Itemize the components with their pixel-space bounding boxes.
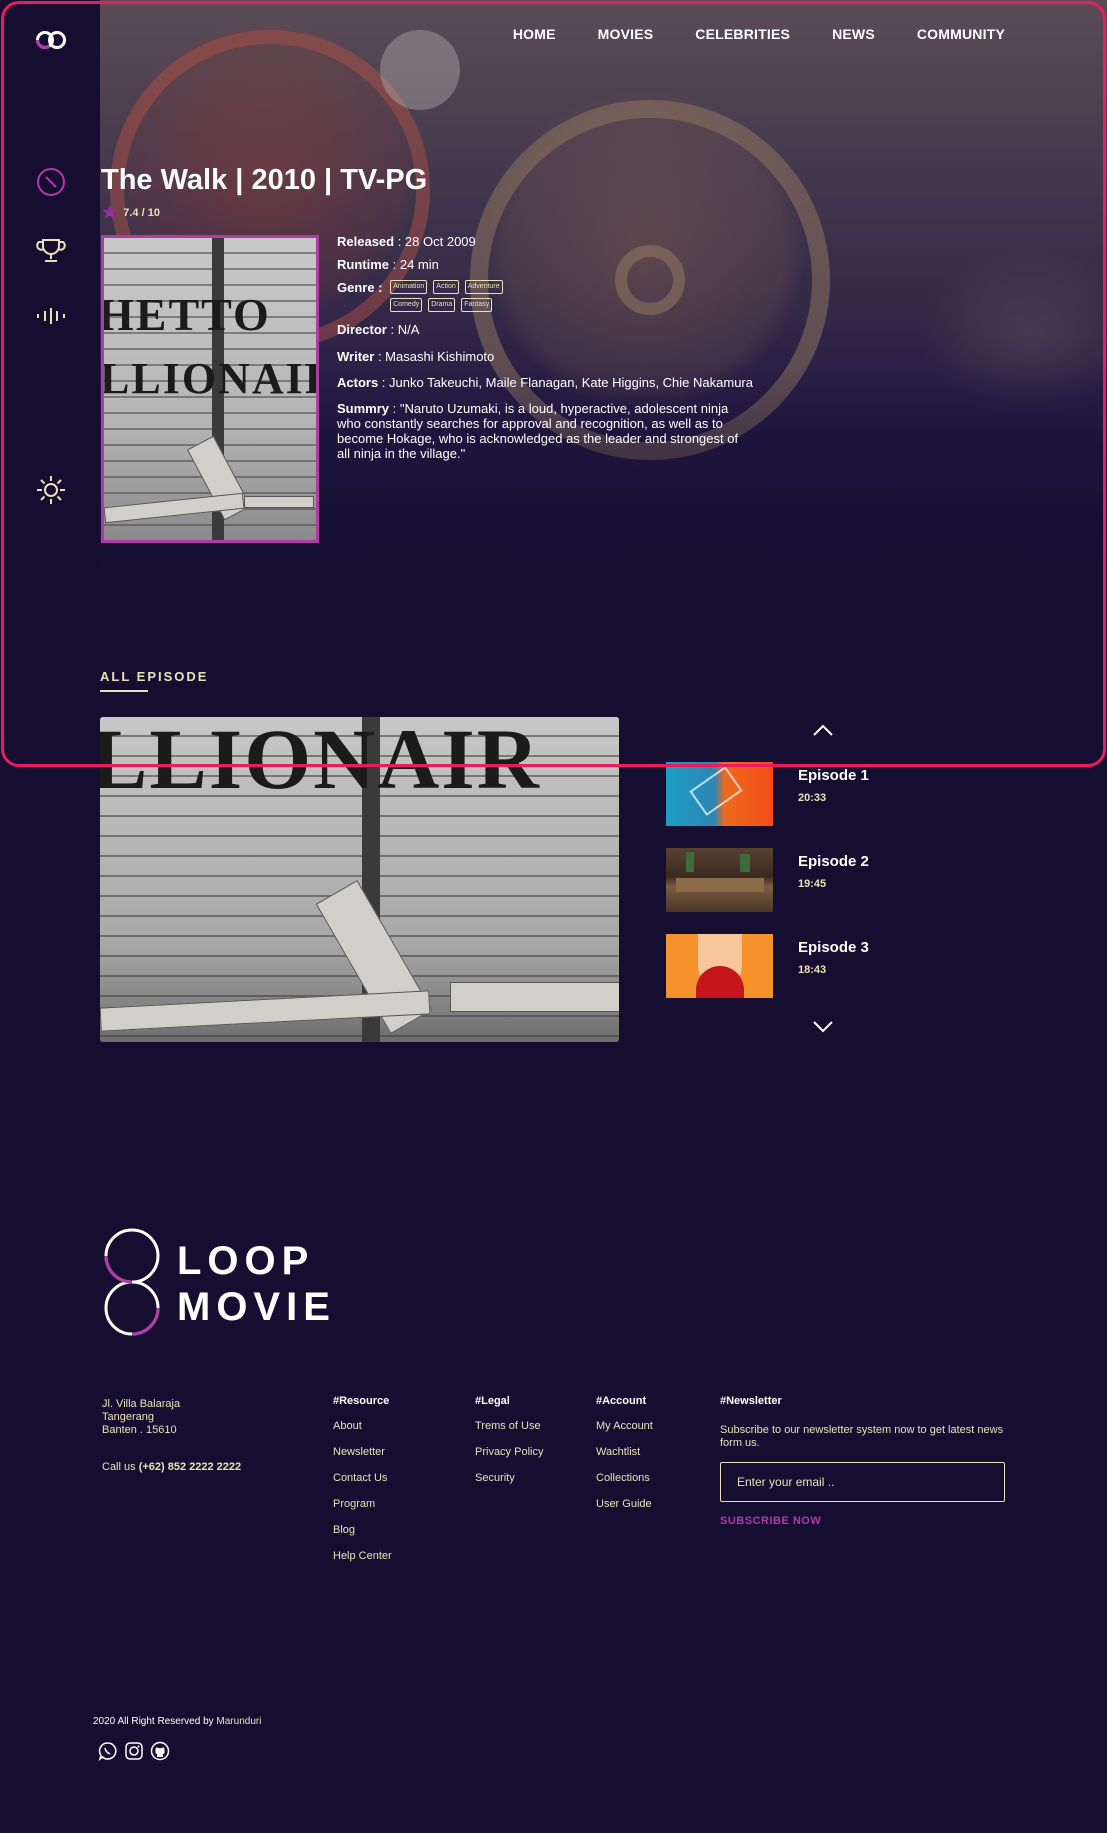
address-line: Banten . 15610 — [102, 1424, 177, 1436]
footer-link[interactable]: Security — [475, 1471, 543, 1485]
footer-col-title: #Account — [596, 1395, 647, 1407]
episode-thumbnail — [666, 934, 773, 998]
phone-number[interactable]: (+62) 852 2222 2222 — [139, 1461, 241, 1473]
footer-col-title: #Resource — [333, 1395, 390, 1407]
episode-title: Episode 3 — [798, 939, 869, 956]
player-graffiti: LLIONAIR — [100, 717, 541, 807]
nav-community[interactable]: COMMUNITY — [917, 26, 1005, 42]
footer-link[interactable]: Wachtlist — [596, 1445, 653, 1459]
address-line: Tangerang — [102, 1411, 154, 1423]
summary-row: Summry : "Naruto Uzumaki, is a loud, hyp… — [337, 401, 739, 461]
footer-link[interactable]: Program — [333, 1497, 392, 1511]
copyright: 2020 All Right Reserved by Marunduri — [93, 1716, 262, 1727]
genre-tags: Animation Action Adventure Comedy Drama … — [390, 280, 510, 312]
subscribe-button[interactable]: SUBSCRIBE NOW — [720, 1515, 821, 1527]
brand-name: LOOP MOVIE — [177, 1238, 336, 1330]
episode-item[interactable]: Episode 2 19:45 — [666, 848, 966, 912]
footer-link[interactable]: My Account — [596, 1419, 653, 1433]
episode-thumbnail — [666, 848, 773, 912]
newsletter-text: Subscribe to our newsletter system now t… — [720, 1424, 1004, 1449]
footer-link[interactable]: Help Center — [333, 1549, 392, 1563]
movie-details: Released : 28 Oct 2009 Runtime : 24 min … — [337, 234, 767, 469]
genre-tag[interactable]: Drama — [428, 298, 456, 312]
footer-link[interactable]: Trems of Use — [475, 1419, 543, 1433]
footer-col-title: #Newsletter — [720, 1395, 782, 1407]
poster-graffiti-2: LLIONAIR — [101, 354, 319, 403]
sun-icon[interactable] — [34, 473, 68, 507]
nav-movies[interactable]: MOVIES — [598, 26, 654, 42]
brand-line-2: MOVIE — [177, 1285, 336, 1329]
footer-col-newsletter: #Newsletter — [720, 1395, 782, 1419]
top-nav: HOME MOVIES CELEBRITIES NEWS COMMUNITY — [513, 26, 1005, 42]
chevron-up-icon[interactable] — [812, 723, 834, 737]
footer-link[interactable]: Contact Us — [333, 1471, 392, 1485]
footer-col-title: #Legal — [475, 1395, 510, 1407]
episode-title: Episode 2 — [798, 853, 869, 870]
footer-link[interactable]: About — [333, 1419, 392, 1433]
episode-item[interactable]: Episode 1 20:33 — [666, 762, 966, 826]
genre-tag[interactable]: Fantasy — [461, 298, 493, 312]
movie-rating: ★ 7.4 / 10 — [102, 204, 160, 221]
episode-duration: 19:45 — [798, 878, 827, 890]
released-row: Released : 28 Oct 2009 — [337, 234, 476, 249]
actors-row: Actors : Junko Takeuchi, Maile Flanagan,… — [337, 375, 753, 390]
genre-row: Genre : Animation Action Adventure Comed… — [337, 280, 767, 312]
equalizer-icon[interactable] — [34, 299, 68, 333]
phone-contact: Call us (+62) 852 2222 2222 — [102, 1461, 242, 1473]
episode-title: Episode 1 — [798, 767, 869, 784]
sidebar — [0, 0, 100, 766]
director-row: Director : N/A — [337, 322, 420, 337]
footer-link[interactable]: Newsletter — [333, 1445, 392, 1459]
instagram-icon[interactable] — [124, 1741, 144, 1761]
episode-player[interactable]: LLIONAIR — [100, 717, 619, 1042]
runtime-row: Runtime : 24 min — [337, 257, 439, 272]
author-link[interactable]: Marunduri — [216, 1716, 261, 1727]
logo-icon[interactable] — [34, 28, 68, 52]
brand-logo-icon — [104, 1228, 160, 1336]
episode-item[interactable]: Episode 3 18:43 — [666, 934, 966, 998]
footer-link[interactable]: Collections — [596, 1471, 653, 1485]
episode-thumbnail — [666, 762, 773, 826]
footer-col-legal: #Legal Trems of Use Privacy Policy Secur… — [475, 1395, 543, 1497]
episode-duration: 18:43 — [798, 964, 827, 976]
footer-link[interactable]: User Guide — [596, 1497, 653, 1511]
poster-graffiti-1: HETTO — [101, 289, 271, 340]
genre-tag[interactable]: Animation — [390, 280, 428, 294]
whatsapp-icon[interactable] — [98, 1741, 118, 1761]
episode-duration: 20:33 — [798, 792, 827, 804]
footer-col-account: #Account My Account Wachtlist Collection… — [596, 1395, 653, 1523]
rating-value: 7.4 / 10 — [123, 206, 160, 219]
footer-col-resource: #Resource About Newsletter Contact Us Pr… — [333, 1395, 392, 1575]
genre-tag[interactable]: Action — [433, 280, 459, 294]
footer-link[interactable]: Blog — [333, 1523, 392, 1537]
compass-icon[interactable] — [34, 165, 68, 199]
trophy-icon[interactable] — [34, 234, 68, 268]
footer-link[interactable]: Privacy Policy — [475, 1445, 543, 1459]
film-canister-decoration — [380, 30, 460, 110]
star-icon: ★ — [102, 203, 118, 222]
episodes-heading: ALL EPISODE — [100, 669, 209, 684]
github-icon[interactable] — [150, 1741, 170, 1761]
email-field[interactable] — [720, 1462, 1005, 1502]
movie-poster: HETTO LLIONAIR — [101, 235, 319, 543]
episodes-heading-underline — [100, 690, 148, 692]
genre-tag[interactable]: Comedy — [390, 298, 423, 312]
nav-celebrities[interactable]: CELEBRITIES — [695, 26, 790, 42]
movie-title: The Walk | 2010 | TV-PG — [101, 164, 428, 196]
writer-row: Writer : Masashi Kishimoto — [337, 349, 495, 364]
brand-line-1: LOOP — [177, 1239, 315, 1283]
genre-tag[interactable]: Adventure — [464, 280, 503, 294]
chevron-down-icon[interactable] — [812, 1020, 834, 1034]
nav-home[interactable]: HOME — [513, 26, 556, 42]
address: Jl. Villa Balaraja Tangerang Banten . 15… — [102, 1398, 180, 1437]
address-line: Jl. Villa Balaraja — [102, 1398, 181, 1410]
nav-news[interactable]: NEWS — [832, 26, 875, 42]
